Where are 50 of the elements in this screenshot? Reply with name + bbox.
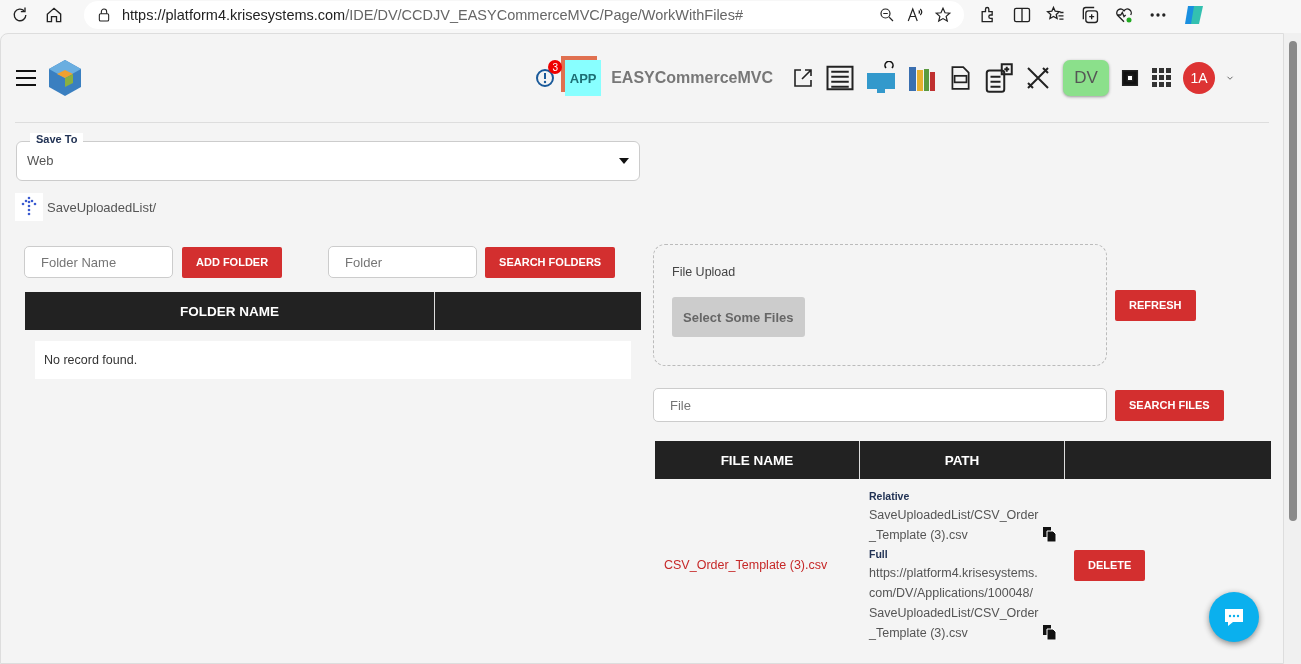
app-name: EASYCommerceMVC [611, 69, 773, 87]
lock-icon[interactable] [96, 7, 112, 23]
health-icon[interactable] [1114, 5, 1134, 25]
folder-search-field[interactable]: Folder [328, 246, 478, 278]
full-path: https://platform4.krisesystems.com/DV/Applications/100048/SaveUploadedList/CSV_Order_Template (3).csv [869, 565, 1040, 642]
refresh-button[interactable]: REFRESH [1115, 289, 1196, 321]
field-label: Save To [30, 133, 84, 145]
upload-area[interactable]: File Upload Select Some Files [653, 244, 1107, 366]
path-label: Full [869, 547, 889, 562]
folder-name-field[interactable]: Folder Name [24, 246, 173, 278]
form-list-icon[interactable] [825, 63, 855, 93]
read-aloud-icon[interactable] [906, 6, 924, 24]
copy-icon[interactable] [1043, 625, 1057, 640]
clipboard-add-icon[interactable] [983, 63, 1013, 93]
search-files-button[interactable]: SEARCH FILES [1115, 389, 1224, 421]
relative-path: SaveUploadedList/CSV_Order_Template (3).csv [869, 507, 1040, 544]
column-header: FILE NAME [655, 441, 860, 479]
collections-icon[interactable] [1080, 5, 1100, 25]
copilot-icon[interactable] [1182, 3, 1206, 27]
user-avatar[interactable]: 1A [1183, 62, 1215, 94]
scrollbar-thumb[interactable] [1288, 41, 1297, 521]
environment-badge[interactable]: DV [1063, 60, 1109, 96]
external-link-icon[interactable] [791, 66, 815, 90]
search-folders-button[interactable]: SEARCH FOLDERS [485, 246, 616, 278]
url-text: https://platform4.krisesystems.com/IDE/DV/CCDJV_EASYCommerceMVC/Page/WorkWithFiles# [122, 7, 744, 23]
add-folder-button[interactable]: ADD FOLDER [182, 246, 283, 278]
copy-icon[interactable] [1043, 527, 1057, 542]
file-search-field[interactable]: File [653, 388, 1107, 422]
column-header: PATH [860, 441, 1065, 479]
split-screen-icon[interactable] [1012, 5, 1032, 25]
menu-icon[interactable] [15, 69, 37, 87]
chat-icon [1223, 606, 1245, 628]
select-files-button[interactable]: Select Some Files [672, 297, 805, 337]
column-header: FOLDER NAME [25, 292, 435, 330]
caret-icon [619, 158, 629, 164]
apps-grid-icon[interactable] [1151, 67, 1173, 89]
delete-button[interactable]: DELETE [1074, 549, 1146, 581]
empty-message: No record found. [35, 341, 631, 379]
fullscreen-icon[interactable] [1119, 67, 1141, 89]
home-icon[interactable] [44, 5, 64, 25]
zoom-out-icon[interactable] [878, 6, 896, 24]
address-bar[interactable]: https://platform4.krisesystems.com/IDE/DV/CCDJV_EASYCommerceMVC/Page/WorkWithFiles# [84, 1, 964, 29]
file-name-link[interactable]: CSV_Order_Template (3).csv [664, 558, 828, 572]
books-icon[interactable] [907, 64, 937, 92]
star-icon[interactable] [934, 6, 952, 24]
notification-badge: 3 [548, 60, 563, 74]
cube-logo-icon [47, 58, 83, 98]
breadcrumb-path[interactable]: SaveUploadedList/ [47, 199, 157, 215]
upload-label: File Upload [672, 265, 737, 279]
path-label: Relative [869, 489, 911, 504]
